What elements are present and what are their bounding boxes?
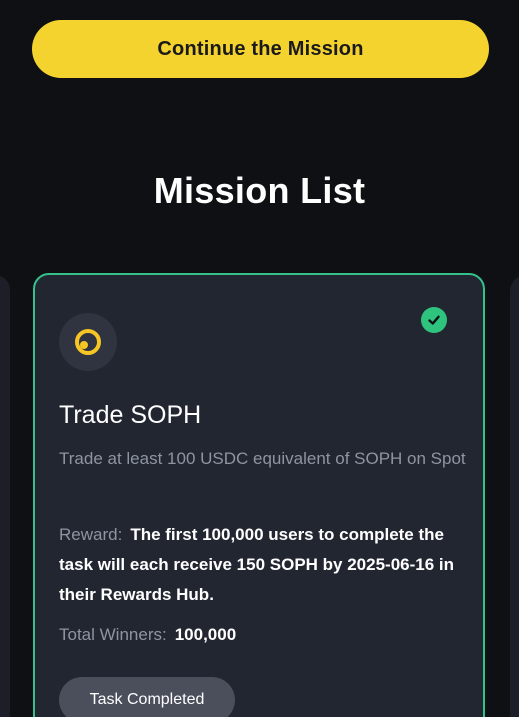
continue-mission-button[interactable]: Continue the Mission bbox=[32, 20, 489, 78]
mission-title: Trade SOPH bbox=[59, 401, 202, 429]
soph-token-icon bbox=[59, 313, 117, 371]
reward-label: Reward: bbox=[59, 525, 123, 544]
winners-value: 100,000 bbox=[174, 625, 237, 644]
task-completed-button[interactable]: Task Completed bbox=[59, 677, 235, 717]
mission-description: Trade at least 100 USDC equivalent of SO… bbox=[59, 449, 466, 468]
previous-mission-card-peek[interactable] bbox=[0, 275, 10, 717]
check-circle-icon bbox=[421, 307, 447, 333]
mission-reward: Reward: The first 100,000 users to comple… bbox=[59, 520, 469, 610]
winners-label: Total Winners: bbox=[59, 625, 167, 644]
mission-list-title: Mission List bbox=[153, 170, 366, 211]
mission-card: Trade SOPH Trade at least 100 USDC equiv… bbox=[33, 273, 485, 717]
page: Continue the Mission Mission List Trade … bbox=[0, 0, 519, 717]
next-mission-card-peek[interactable] bbox=[510, 275, 519, 717]
soph-logo-icon bbox=[75, 329, 101, 355]
total-winners: Total Winners: 100,000 bbox=[59, 623, 236, 647]
